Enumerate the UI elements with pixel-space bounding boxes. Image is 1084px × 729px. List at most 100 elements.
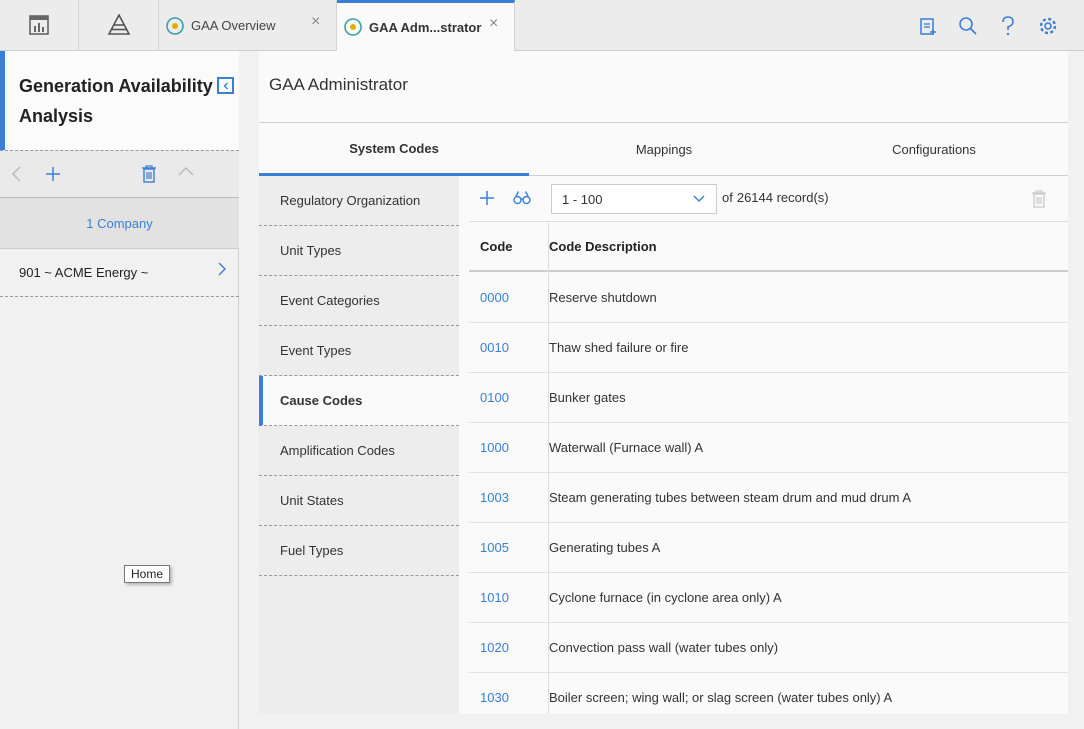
home-tooltip: Home: [124, 565, 171, 583]
table-row[interactable]: 1003 Steam generating tubes between stea…: [469, 473, 1068, 523]
new-document-button[interactable]: [908, 13, 948, 39]
code-link[interactable]: 1020: [480, 640, 509, 655]
settings-button[interactable]: [1028, 13, 1068, 39]
refresh-circle-icon: [344, 18, 362, 36]
nav-event-types[interactable]: Event Types: [259, 326, 459, 376]
table-row[interactable]: 1030 Boiler screen; wing wall; or slag s…: [469, 673, 1068, 714]
search-icon: [959, 17, 977, 35]
code-link[interactable]: 0010: [480, 340, 509, 355]
nav-cause-codes[interactable]: Cause Codes: [259, 376, 459, 426]
table-row[interactable]: 0000 Reserve shutdown: [469, 273, 1068, 323]
top-bar: GAA Overview × GAA Adm...strator ×: [0, 0, 1084, 51]
code-link[interactable]: 1030: [480, 690, 509, 705]
table-row[interactable]: 0010 Thaw shed failure or fire: [469, 323, 1068, 373]
plus-icon: [46, 167, 60, 181]
close-icon[interactable]: ×: [489, 15, 498, 33]
help-button[interactable]: [988, 13, 1028, 39]
home-button[interactable]: [79, 0, 159, 50]
nav-fuel-types[interactable]: Fuel Types: [259, 526, 459, 576]
nav-regulatory-organization[interactable]: Regulatory Organization: [259, 176, 459, 226]
dashboard-button[interactable]: [0, 0, 79, 50]
chevron-down-icon: [693, 195, 705, 202]
column-header-description[interactable]: Code Description: [549, 239, 657, 254]
code-description: Bunker gates: [549, 390, 626, 405]
code-link[interactable]: 0100: [480, 390, 509, 405]
gear-icon: [1039, 17, 1057, 35]
grid-toolbar: 1 - 100 of 26144 record(s): [469, 176, 1068, 222]
company-group-header[interactable]: 1 Company: [0, 198, 239, 249]
code-description: Thaw shed failure or fire: [549, 340, 689, 355]
search-button[interactable]: [948, 13, 988, 39]
tab-gaa-administrator[interactable]: GAA Adm...strator ×: [337, 0, 515, 51]
page-range-select[interactable]: 1 - 100: [551, 184, 717, 214]
code-link[interactable]: 1010: [480, 590, 509, 605]
content-title: GAA Administrator: [269, 75, 408, 94]
code-description: Reserve shutdown: [549, 290, 657, 305]
tab-system-codes[interactable]: System Codes: [259, 123, 529, 176]
table-row[interactable]: 1005 Generating tubes A: [469, 523, 1068, 573]
tab-label: GAA Adm...strator: [369, 19, 482, 35]
record-count: of 26144 record(s): [722, 190, 829, 205]
code-link[interactable]: 1000: [480, 440, 509, 455]
page-title: Generation Availability Analysis: [19, 76, 213, 126]
collapse-button[interactable]: [217, 77, 234, 94]
table-row[interactable]: 1020 Convection pass wall (water tubes o…: [469, 623, 1068, 673]
plus-icon: [480, 191, 494, 205]
code-link[interactable]: 0000: [480, 290, 509, 305]
code-link[interactable]: 1005: [480, 540, 509, 555]
nav-event-categories[interactable]: Event Categories: [259, 276, 459, 326]
left-panel-header: Generation Availability Analysis: [0, 51, 239, 150]
grid-header: Code Code Description: [469, 223, 1068, 272]
chevron-right-icon: [217, 261, 227, 280]
records-prefix: of: [722, 190, 733, 205]
code-link[interactable]: 1003: [480, 490, 509, 505]
page-range-value: 1 - 100: [562, 191, 603, 207]
code-description: Cyclone furnace (in cyclone area only) A: [549, 590, 782, 605]
trash-icon: [142, 165, 156, 183]
table-row[interactable]: 1010 Cyclone furnace (in cyclone area on…: [469, 573, 1068, 623]
records-count: 26144 record(s): [736, 190, 829, 205]
codes-navigation: Regulatory Organization Unit Types Event…: [259, 176, 459, 714]
nav-unit-types[interactable]: Unit Types: [259, 226, 459, 276]
code-description: Boiler screen; wing wall; or slag screen…: [549, 690, 893, 705]
table-row[interactable]: 1000 Waterwall (Furnace wall) A: [469, 423, 1068, 473]
chevron-left-icon: [11, 166, 21, 182]
left-toolbar: [0, 150, 239, 198]
chevron-up-icon: [178, 166, 194, 176]
tab-mappings[interactable]: Mappings: [529, 123, 799, 176]
document-add-icon: [920, 18, 936, 35]
company-count: 1 Company: [86, 215, 153, 231]
collapse-up-button[interactable]: [177, 165, 195, 182]
trash-icon: [1032, 190, 1046, 208]
add-code-button[interactable]: [478, 189, 496, 210]
close-icon[interactable]: ×: [311, 13, 320, 31]
column-header-code[interactable]: Code: [480, 239, 513, 254]
company-label: 901 ~ ACME Energy ~: [19, 265, 149, 280]
table-row[interactable]: 0100 Bunker gates: [469, 373, 1068, 423]
add-button[interactable]: [44, 165, 62, 186]
main-content: GAA Administrator System Codes Mappings …: [259, 51, 1068, 714]
code-description: Convection pass wall (water tubes only): [549, 640, 779, 655]
code-description: Generating tubes A: [549, 540, 661, 555]
binoculars-icon: [513, 191, 531, 205]
back-button[interactable]: [10, 165, 24, 186]
tab-label: GAA Overview: [191, 18, 276, 33]
dashboard-icon: [29, 15, 49, 35]
delete-button[interactable]: [141, 165, 157, 186]
code-description: Waterwall (Furnace wall) A: [549, 440, 704, 455]
header-actions: [908, 13, 1068, 39]
find-button[interactable]: [513, 190, 531, 209]
tab-configurations[interactable]: Configurations: [799, 123, 1069, 176]
left-panel: Generation Availability Analysis 1 Compa…: [0, 51, 239, 729]
tab-bar: System Codes Mappings Configurations: [259, 123, 1068, 176]
code-description: Steam generating tubes between steam dru…: [549, 490, 912, 505]
delete-code-button[interactable]: [1031, 190, 1047, 211]
nav-unit-states[interactable]: Unit States: [259, 476, 459, 526]
tab-gaa-overview[interactable]: GAA Overview ×: [159, 0, 337, 51]
refresh-circle-icon: [166, 16, 184, 35]
list-item[interactable]: 901 ~ ACME Energy ~: [0, 249, 239, 297]
nav-amplification-codes[interactable]: Amplification Codes: [259, 426, 459, 476]
help-icon: [1002, 16, 1014, 36]
pyramid-icon: [107, 14, 130, 35]
codes-grid: 1 - 100 of 26144 record(s) Code Code Des…: [459, 176, 1068, 714]
